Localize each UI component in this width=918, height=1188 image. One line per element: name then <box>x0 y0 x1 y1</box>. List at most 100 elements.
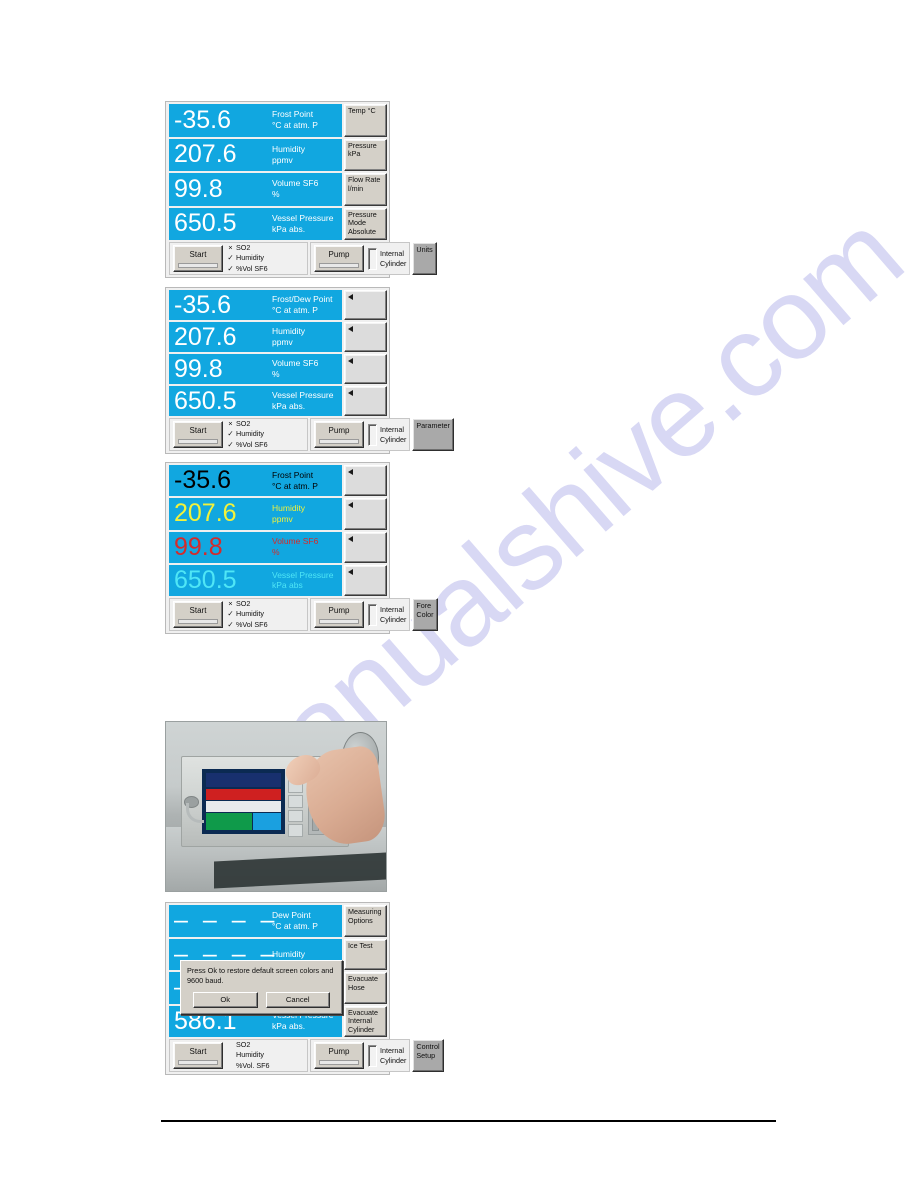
checkbox-so2[interactable]: × SO2 <box>227 599 268 610</box>
checkbox-vol-sf6[interactable]: %Vol. SF6 <box>227 1061 270 1071</box>
reading-labels: Vessel Pressure kPa abs. <box>270 213 338 235</box>
reading-label-units: % <box>272 189 280 200</box>
photo-screen-row-1 <box>205 773 282 788</box>
checkbox-vol-sf6[interactable]: ✓ %Vol SF6 <box>227 439 267 451</box>
dialog-cancel-button[interactable]: Cancel <box>265 992 330 1009</box>
dialog-message: Press Ok to restore default screen color… <box>187 966 334 986</box>
reading-label-units: kPa abs. <box>272 401 306 411</box>
side-button-ice-test[interactable]: Ice Test <box>344 938 387 970</box>
reading-row: 650.5 Vessel Pressure kPa abs. <box>169 207 342 240</box>
reading-label-primary: Volume SF6 <box>272 536 319 547</box>
reading-row: 99.8 Volume SF6 % <box>169 354 342 384</box>
photo-side-button <box>288 795 303 808</box>
mode-button-parameter[interactable]: Parameter <box>412 418 454 451</box>
internal-cylinder-checkbox[interactable]: Internal Cylinder <box>368 423 406 446</box>
readings-column: -35.6 Frost/Dew Point °C at atm. P 207.6… <box>169 290 342 416</box>
pump-button[interactable]: Pump <box>314 1042 364 1069</box>
side-button-select-row-1[interactable] <box>344 465 387 497</box>
reading-value: 650.5 <box>174 209 237 238</box>
start-button[interactable]: Start <box>173 245 223 272</box>
checkbox-vol-sf6[interactable]: ✓ %Vol SF6 <box>227 620 267 631</box>
start-button-label: Start <box>189 250 207 259</box>
pump-button[interactable]: Pump <box>314 421 364 448</box>
side-button-select-row-2[interactable] <box>344 322 387 352</box>
checkbox-mark-icon: ✓ <box>227 253 234 263</box>
panel-body: -35.6 Frost Point °C at atm. P 207.6 Hum… <box>169 104 387 240</box>
side-button-flow-rate-unit[interactable]: Flow Rate l/min <box>344 173 387 206</box>
pump-button-label: Pump <box>328 1047 350 1056</box>
mode-button-units[interactable]: Units <box>412 242 437 275</box>
checkbox-so2[interactable]: × SO2 <box>227 243 268 254</box>
mode-button-fore-color[interactable]: Fore Color <box>412 598 438 631</box>
side-button-column <box>344 465 387 596</box>
reading-value: -35.6 <box>174 290 231 319</box>
readings-column: -35.6 Frost Point °C at atm. P 207.6 Hum… <box>169 465 342 596</box>
reading-labels: Volume SF6 % <box>270 536 338 558</box>
reading-label-primary: Vessel Pressure <box>272 390 334 401</box>
measurement-group: Start × SO2 ✓ Humidity ✓ %Vol SF6 <box>169 418 308 451</box>
reading-label-units: kPa abs. <box>272 223 306 234</box>
reading-labels: Frost/Dew Point °C at atm. P <box>270 294 338 316</box>
side-button-pressure-unit[interactable]: Pressure kPa <box>344 138 387 171</box>
pump-button[interactable]: Pump <box>314 601 364 628</box>
start-button[interactable]: Start <box>173 421 223 448</box>
side-button-measuring-options[interactable]: Measuring Options <box>344 905 387 937</box>
checkbox-humidity[interactable]: Humidity <box>227 1050 270 1060</box>
checkbox-mark-icon: × <box>228 242 233 252</box>
checkbox-so2[interactable]: × SO2 <box>227 419 268 430</box>
side-button-select-row-4[interactable] <box>344 386 387 416</box>
watermark-layer: manualshive.com <box>0 0 918 1188</box>
checkbox-humidity[interactable]: ✓ Humidity <box>227 609 268 620</box>
checkbox-so2[interactable]: SO2 <box>227 1040 270 1050</box>
checkbox-box-icon <box>368 423 377 446</box>
sensor-checklist: × SO2 ✓ Humidity ✓ %Vol SF6 <box>227 419 268 451</box>
reading-label-primary: Frost Point <box>272 469 314 480</box>
arrow-left-icon <box>348 568 353 575</box>
checkbox-label: Humidity <box>236 1050 264 1060</box>
reading-value: 207.6 <box>174 322 237 351</box>
page-canvas: manualshive.com -35.6 Frost Point °C at … <box>0 0 918 1188</box>
reading-label-units: °C at atm. P <box>272 480 318 491</box>
side-button-select-row-3[interactable] <box>344 531 387 563</box>
reading-label-units: ppmv <box>272 337 293 347</box>
checkbox-label: SO2 <box>236 1040 251 1050</box>
reading-labels: Humidity <box>270 949 338 960</box>
side-button-evacuate-internal-cylinder[interactable]: Evacuate Internal Cylinder <box>344 1005 387 1037</box>
side-button-select-row-4[interactable] <box>344 564 387 596</box>
checkbox-label: %Vol SF6 <box>236 264 268 274</box>
reading-value: 207.6 <box>174 499 237 528</box>
checkbox-humidity[interactable]: ✓ Humidity <box>227 429 268 440</box>
photo-side-button <box>288 809 303 823</box>
side-button-select-row-1[interactable] <box>344 290 387 320</box>
dialog-ok-button[interactable]: Ok <box>193 992 258 1009</box>
screen-panel-parameter: -35.6 Frost/Dew Point °C at atm. P 207.6… <box>165 287 454 454</box>
arrow-left-icon <box>348 390 353 396</box>
side-button-label: Measuring Options <box>348 907 382 925</box>
side-button-temp-unit[interactable]: Temp °C <box>344 104 387 137</box>
reading-label-primary: Vessel Pressure <box>272 569 334 580</box>
internal-cylinder-label: Internal Cylinder <box>380 1046 407 1065</box>
internal-cylinder-checkbox[interactable]: Internal Cylinder <box>368 247 406 270</box>
checkbox-mark-icon: ✓ <box>227 439 234 449</box>
side-button-select-row-2[interactable] <box>344 498 387 530</box>
side-button-pressure-mode[interactable]: Pressure Mode Absolute <box>344 207 387 240</box>
start-button[interactable]: Start <box>173 1042 223 1069</box>
pump-button[interactable]: Pump <box>314 245 364 272</box>
reading-label-primary: Volume SF6 <box>272 178 319 189</box>
start-button[interactable]: Start <box>173 601 223 628</box>
reading-label-units: ppmv <box>272 154 293 165</box>
internal-cylinder-checkbox[interactable]: Internal Cylinder <box>368 1044 407 1067</box>
reading-labels: Volume SF6 % <box>270 178 338 200</box>
reading-row: 99.8 Volume SF6 % <box>169 173 342 206</box>
pump-group: Pump Internal Cylinder <box>310 242 411 275</box>
checkbox-mark-icon: ✓ <box>227 263 234 273</box>
side-button-label: Temp °C <box>348 106 376 115</box>
photo-screen-row-2 <box>205 788 282 801</box>
measurement-group: Start × SO2 ✓ Humidity ✓ %Vol SF6 <box>169 242 308 275</box>
side-button-select-row-3[interactable] <box>344 354 387 384</box>
checkbox-humidity[interactable]: ✓ Humidity <box>227 253 268 264</box>
checkbox-vol-sf6[interactable]: ✓ %Vol SF6 <box>227 263 268 275</box>
side-button-evacuate-hose[interactable]: Evacuate Hose <box>344 972 387 1004</box>
internal-cylinder-checkbox[interactable]: Internal Cylinder <box>368 603 406 626</box>
mode-button-control-setup[interactable]: Control Setup <box>412 1039 444 1072</box>
